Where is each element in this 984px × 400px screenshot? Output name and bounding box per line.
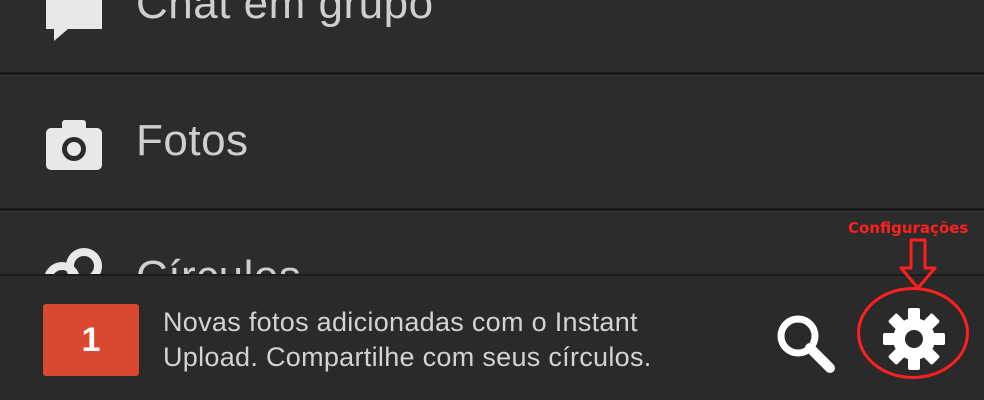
menu-item-label: Fotos	[136, 116, 249, 165]
menu-item-circles[interactable]: Círculos	[0, 212, 984, 278]
camera-icon	[46, 120, 102, 170]
search-icon[interactable]	[772, 310, 836, 374]
annotation-circle	[857, 287, 969, 379]
menu-item-photos[interactable]: Fotos	[0, 76, 984, 209]
chat-bubble-icon	[46, 0, 102, 41]
side-menu: Chat em grupo Fotos Círculos	[0, 0, 984, 278]
notification-line-1: Novas fotos adicionadas com o Instant	[163, 307, 638, 337]
menu-item-chat[interactable]: Chat em grupo	[0, 0, 984, 74]
menu-item-label: Chat em grupo	[136, 0, 434, 28]
annotation-label: Configurações	[848, 219, 969, 237]
notification-message[interactable]: Novas fotos adicionadas com o Instant Up…	[163, 305, 743, 375]
notification-count-badge[interactable]: 1	[43, 304, 139, 376]
notification-line-2: Upload. Compartilhe com seus círculos.	[163, 342, 652, 372]
annotation-arrow-icon	[899, 238, 937, 290]
